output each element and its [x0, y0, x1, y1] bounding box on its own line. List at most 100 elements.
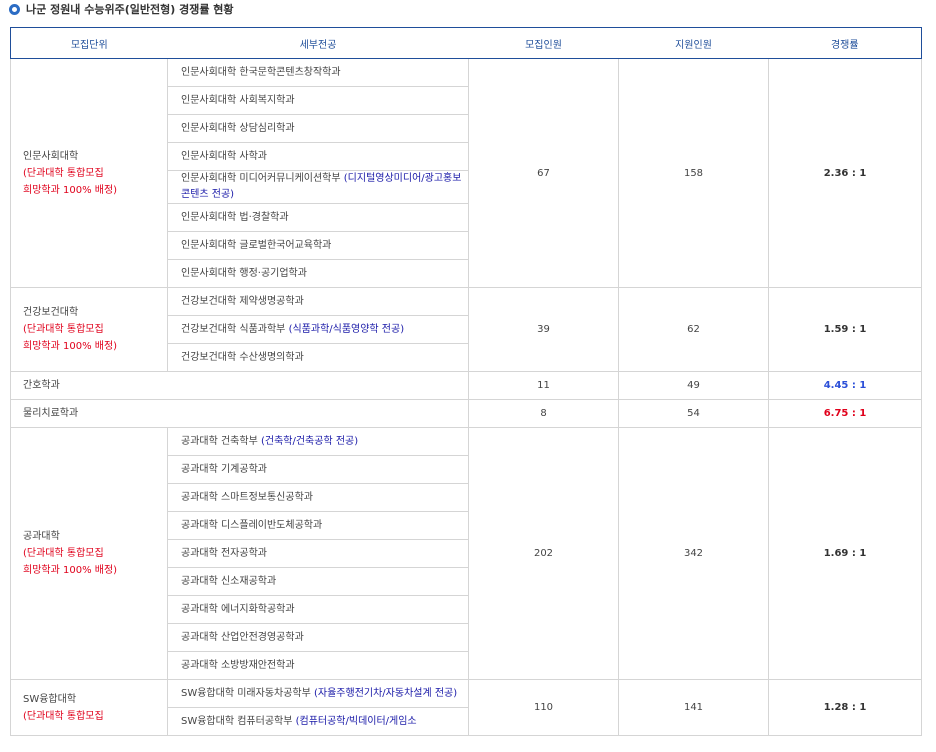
recruit-unit-cell: SW융합대학 (단과대학 통합모집 [10, 679, 168, 736]
table-header-row: 모집단위 세부전공 모집인원 지원인원 경쟁률 [10, 27, 922, 59]
competition-table: 모집단위 세부전공 모집인원 지원인원 경쟁률 인문사회대학 (단과대학 통합모집… [10, 27, 922, 736]
major-cell: 공과대학 기계공학과 [167, 455, 469, 484]
rate-cell: 1.59 : 1 [768, 287, 922, 372]
major-cell: 인문사회대학 한국문학콘텐츠창작학과 [167, 58, 469, 87]
quota-cell: 110 [468, 679, 619, 736]
recruit-unit-name: 공과대학 [23, 531, 60, 542]
quota-cell: 8 [468, 399, 619, 428]
major-name: 건강보건대학 식품과학부 [181, 323, 289, 335]
major-name: 공과대학 건축학부 [181, 435, 261, 447]
quota-cell: 202 [468, 427, 619, 680]
recruit-unit-cell: 물리치료학과 [10, 399, 469, 428]
major-detail: (건축학/건축공학 전공) [260, 435, 359, 447]
applicants-cell: 141 [618, 679, 769, 736]
table-row: 인문사회대학 (단과대학 통합모집희망학과 100% 배정) 인문사회대학 한국문학… [10, 58, 922, 288]
major-name: 공과대학 전자공학과 [181, 547, 267, 559]
major-detail: (식품과학/식품영양학 전공) [288, 323, 405, 335]
major-name: 인문사회대학 사회복지학과 [181, 94, 295, 106]
major-cell: 공과대학 디스플레이반도체공학과 [167, 511, 469, 540]
competition-table-wrapper: 모집단위 세부전공 모집인원 지원인원 경쟁률 인문사회대학 (단과대학 통합모집… [10, 27, 922, 736]
applicants-cell: 158 [618, 58, 769, 288]
recruit-unit-cell: 간호학과 [10, 371, 469, 400]
major-detail: (자율주행전기차/자동차설계 전공) [314, 687, 458, 699]
header-quota: 모집인원 [468, 27, 619, 59]
major-cell: 공과대학 산업안전경영공학과 [167, 623, 469, 652]
radio-bullet-icon [9, 3, 20, 15]
recruit-unit-cell: 인문사회대학 (단과대학 통합모집희망학과 100% 배정) [10, 58, 168, 288]
major-name: 공과대학 기계공학과 [181, 463, 267, 475]
recruit-unit-cell: 공과대학 (단과대학 통합모집희망학과 100% 배정) [10, 427, 168, 680]
recruit-unit-note: (단과대학 통합모집 [23, 324, 104, 335]
table-row: 건강보건대학 (단과대학 통합모집희망학과 100% 배정) 건강보건대학 제약생명… [10, 287, 922, 372]
major-cell: 인문사회대학 상담심리학과 [167, 114, 469, 143]
table-row: 공과대학 (단과대학 통합모집희망학과 100% 배정) 공과대학 건축학부 (건축… [10, 427, 922, 680]
major-name: 인문사회대학 한국문학콘텐츠창작학과 [181, 66, 341, 78]
major-name: 인문사회대학 상담심리학과 [181, 122, 295, 134]
applicants-cell: 342 [618, 427, 769, 680]
recruit-unit-name: 인문사회대학 [23, 150, 79, 162]
applicants-cell: 54 [618, 399, 769, 428]
major-cell: SW융합대학 컴퓨터공학부 (컴퓨터공학/빅데이터/게임소 [167, 707, 469, 736]
table-row: SW융합대학 (단과대학 통합모집 SW융합대학 미래자동차공학부 (자율주행전기차… [10, 679, 922, 736]
applicants-cell: 62 [618, 287, 769, 372]
major-name: 공과대학 디스플레이반도체공학과 [181, 519, 323, 531]
major-cell: 공과대학 에너지화학공학과 [167, 595, 469, 624]
rate-cell: 6.75 : 1 [768, 399, 922, 428]
table-body: 인문사회대학 (단과대학 통합모집 희망학과 100% 배정) 인문사회대학 한국문학… [10, 58, 922, 736]
major-cell: 인문사회대학 법·경찰학과 [167, 203, 469, 232]
major-name: 공과대학 산업안전경영공학과 [181, 631, 304, 643]
recruit-unit-name: SW융합대학 [23, 693, 77, 705]
major-cell: 건강보건대학 수산생명의학과 [167, 343, 469, 372]
major-name: SW융합대학 컴퓨터공학부 [181, 715, 296, 727]
major-cell: 인문사회대학 사학과 [167, 142, 469, 171]
major-detail: (컴퓨터공학/빅데이터/게임소 [295, 715, 417, 727]
recruit-unit-note: (단과대학 통합모집 [23, 548, 104, 559]
section-title: 나군 정원내 수능위주(일반전형) 경쟁률 현황 [9, 0, 234, 18]
recruit-unit-cell: 건강보건대학 (단과대학 통합모집희망학과 100% 배정) [10, 287, 168, 372]
major-name: 공과대학 에너지화학공학과 [181, 603, 295, 615]
major-name: 인문사회대학 법·경찰학과 [181, 211, 289, 223]
major-name: 인문사회대학 미디어커뮤니케이션학부 [181, 173, 344, 184]
major-cell: 인문사회대학 미디어커뮤니케이션학부 (디지털영상미디어/광고홍보콘텐츠 전공) [167, 170, 469, 204]
major-cell: 공과대학 신소재공학과 [167, 567, 469, 596]
major-cell: SW융합대학 미래자동차공학부 (자율주행전기차/자동차설계 전공) [167, 679, 469, 708]
major-name: 인문사회대학 행정·공기업학과 [181, 267, 307, 279]
rate-cell: 1.28 : 1 [768, 679, 922, 736]
major-name: 공과대학 소방방재안전학과 [181, 659, 295, 671]
header-rate: 경쟁률 [768, 27, 922, 59]
recruit-unit-note: (단과대학 통합모집 [23, 167, 104, 179]
major-cell: 공과대학 소방방재안전학과 [167, 651, 469, 680]
quota-cell: 11 [468, 371, 619, 400]
quota-cell: 67 [468, 58, 619, 288]
recruit-unit-note: (단과대학 통합모집 [23, 710, 104, 722]
table-row: 간호학과 11 49 4.45 : 1 [10, 371, 922, 400]
rate-cell: 1.69 : 1 [768, 427, 922, 680]
quota-cell: 39 [468, 287, 619, 372]
applicants-cell: 49 [618, 371, 769, 400]
major-cell: 건강보건대학 식품과학부 (식품과학/식품영양학 전공) [167, 315, 469, 344]
recruit-unit-name: 건강보건대학 [23, 307, 79, 318]
rate-cell: 2.36 : 1 [768, 58, 922, 288]
major-cell: 건강보건대학 제약생명공학과 [167, 287, 469, 316]
major-cell: 인문사회대학 행정·공기업학과 [167, 259, 469, 288]
major-cell: 인문사회대학 글로벌한국어교육학과 [167, 231, 469, 260]
major-name: 인문사회대학 글로벌한국어교육학과 [181, 239, 332, 251]
recruit-unit-note: 희망학과 100% 배정) [23, 184, 118, 196]
major-cell: 인문사회대학 사회복지학과 [167, 86, 469, 115]
rate-cell: 4.45 : 1 [768, 371, 922, 400]
major-cell: 공과대학 건축학부 (건축학/건축공학 전공) [167, 427, 469, 456]
major-name: SW융합대학 미래자동차공학부 [181, 687, 314, 699]
major-cell: 공과대학 전자공학과 [167, 539, 469, 568]
header-applicants: 지원인원 [618, 27, 769, 59]
major-name: 공과대학 스마트정보통신공학과 [181, 491, 313, 503]
recruit-unit-note: 희망학과 100% 배정) [23, 341, 118, 352]
recruit-unit-note: 희망학과 100% 배정) [23, 565, 118, 576]
major-name: 인문사회대학 사학과 [181, 150, 267, 162]
major-name: 건강보건대학 수산생명의학과 [181, 351, 304, 363]
major-name: 공과대학 신소재공학과 [181, 575, 277, 587]
major-name: 건강보건대학 제약생명공학과 [181, 295, 304, 307]
major-cell: 공과대학 스마트정보통신공학과 [167, 483, 469, 512]
section-title-text: 나군 정원내 수능위주(일반전형) 경쟁률 현황 [26, 3, 234, 16]
header-major: 세부전공 [167, 27, 469, 59]
header-unit: 모집단위 [10, 27, 168, 59]
